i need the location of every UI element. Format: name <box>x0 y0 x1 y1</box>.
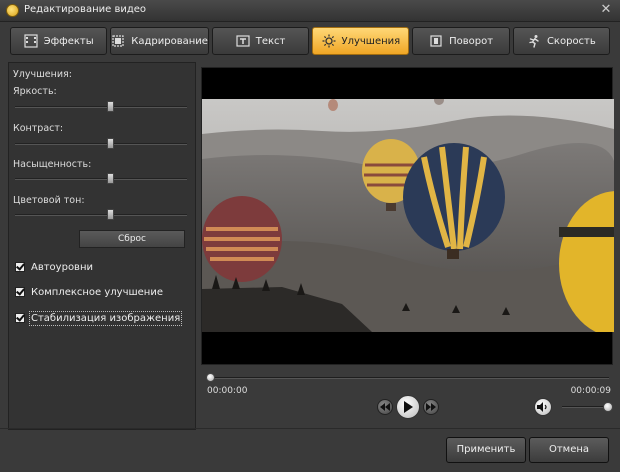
checkbox-checked[interactable] <box>15 313 25 323</box>
tab-label: Улучшения <box>341 35 401 47</box>
current-time: 00:00:00 <box>207 386 248 396</box>
hue-slider[interactable] <box>15 209 187 221</box>
checkbox-label: Автоуровни <box>31 261 93 273</box>
checkbox-checked[interactable] <box>15 287 25 297</box>
window-title: Редактирование видео <box>24 4 147 15</box>
volume-handle[interactable] <box>603 402 613 412</box>
contrast-slider[interactable] <box>15 138 187 150</box>
sun-brightness-icon <box>322 34 336 48</box>
tab-label: Поворот <box>449 35 494 47</box>
checkbox-label: Комплексное улучшение <box>31 286 163 298</box>
previous-button[interactable] <box>377 399 393 415</box>
slider-track <box>15 214 187 216</box>
film-effects-icon <box>24 34 38 48</box>
close-icon[interactable]: ✕ <box>598 2 614 18</box>
video-preview <box>201 67 614 365</box>
timeline-scrubber[interactable] <box>206 373 609 382</box>
tab-effects[interactable]: Эффекты <box>10 27 108 55</box>
saturation-label: Насыщенность: <box>13 159 92 170</box>
tab-enhancements[interactable]: Улучшения <box>312 27 410 55</box>
skip-forward-icon <box>426 403 436 411</box>
checkbox-label: Стабилизация изображения <box>28 310 183 326</box>
timeline-handle[interactable] <box>206 373 215 382</box>
slider-track <box>15 143 187 145</box>
tab-label: Эффекты <box>43 35 94 47</box>
enhancements-heading: Улучшения: <box>13 69 72 80</box>
crop-frame-icon <box>111 34 125 48</box>
total-time: 00:00:09 <box>570 386 611 396</box>
contrast-label: Контраст: <box>13 123 64 134</box>
rotate-icon <box>429 34 443 48</box>
complex-enhancement-checkbox[interactable]: Комплексное улучшение <box>15 285 163 299</box>
stabilization-checkbox[interactable]: Стабилизация изображения <box>15 310 183 326</box>
timeline-track <box>206 377 609 379</box>
tab-rotate[interactable]: Поворот <box>412 27 510 55</box>
slider-thumb[interactable] <box>106 138 114 149</box>
brightness-label: Яркость: <box>13 86 57 97</box>
play-icon <box>404 401 413 413</box>
slider-track <box>15 106 187 108</box>
volume-track <box>562 406 608 408</box>
speaker-icon <box>537 402 547 412</box>
tab-bar: Эффекты Кадрирование Текст Улучшения Пов… <box>10 27 610 57</box>
auto-levels-checkbox[interactable]: Автоуровни <box>15 260 93 274</box>
slider-thumb[interactable] <box>106 101 114 112</box>
skip-back-icon <box>380 403 390 411</box>
tab-label: Скорость <box>546 35 596 47</box>
enhancements-panel: Улучшения: Яркость: Контраст: Насыщеннос… <box>8 62 196 430</box>
reset-button[interactable]: Сброс <box>79 230 185 248</box>
volume-button[interactable] <box>534 398 552 416</box>
tab-speed[interactable]: Скорость <box>512 27 610 55</box>
text-t-icon <box>236 34 250 48</box>
slider-thumb[interactable] <box>106 173 114 184</box>
runner-speed-icon <box>527 34 541 48</box>
slider-track <box>15 178 187 180</box>
slider-thumb[interactable] <box>106 209 114 220</box>
apply-button[interactable]: Применить <box>446 437 526 463</box>
volume-slider[interactable] <box>562 402 613 412</box>
checkbox-checked[interactable] <box>15 262 25 272</box>
divider <box>0 428 620 429</box>
tab-crop[interactable]: Кадрирование <box>110 27 209 55</box>
next-button[interactable] <box>423 399 439 415</box>
app-logo-icon <box>6 4 19 17</box>
tab-text[interactable]: Текст <box>211 27 310 55</box>
brightness-slider[interactable] <box>15 101 187 113</box>
title-bar: Редактирование видео ✕ <box>0 0 620 22</box>
hue-label: Цветовой тон: <box>13 195 85 206</box>
video-frame-image <box>202 99 614 332</box>
tab-label: Кадрирование <box>131 35 208 47</box>
play-button[interactable] <box>396 395 420 419</box>
saturation-slider[interactable] <box>15 173 187 185</box>
cancel-button[interactable]: Отмена <box>529 437 609 463</box>
tab-label: Текст <box>255 35 286 47</box>
